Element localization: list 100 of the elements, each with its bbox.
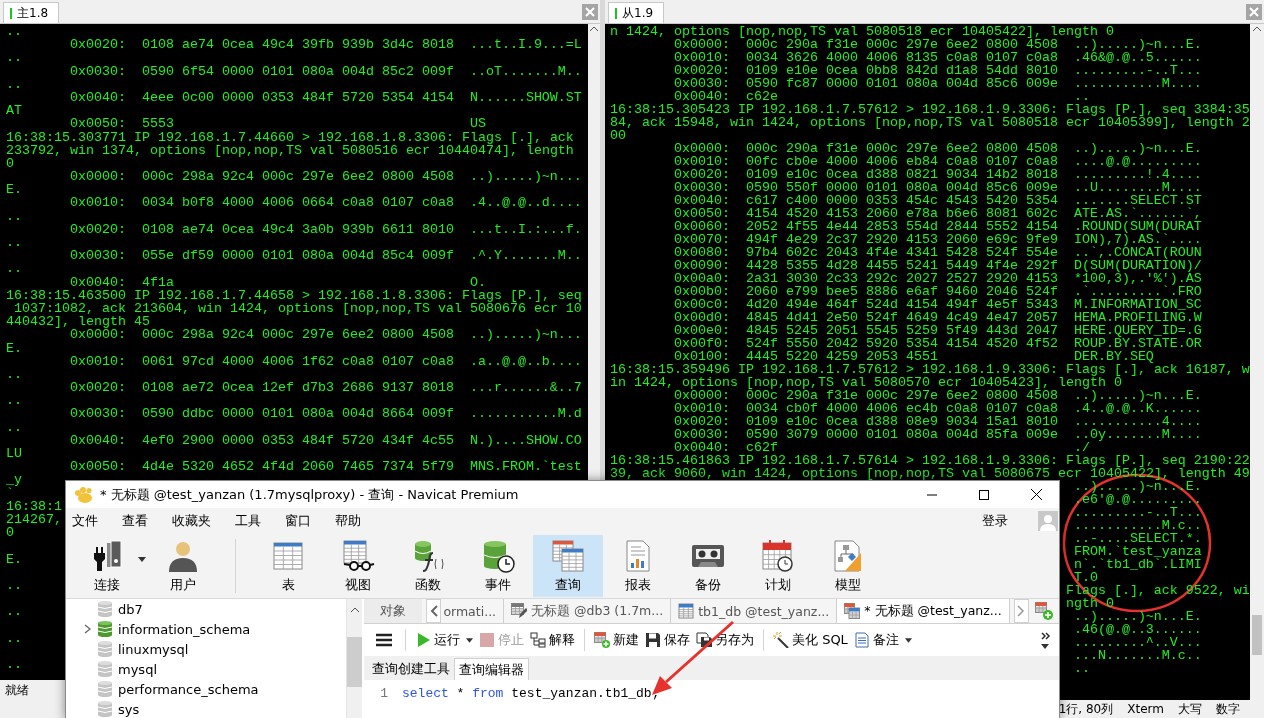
toolbar-button[interactable]: 用户 bbox=[148, 535, 218, 597]
ascii-dump: ...r......&..7 bbox=[469, 381, 582, 395]
ascii-dump: .`.........`.FRO bbox=[1073, 285, 1202, 298]
tree-item[interactable]: information_schema bbox=[66, 619, 346, 639]
scroll-up-icon[interactable] bbox=[589, 24, 599, 34]
ascii-dump: ..).....)~n...E. bbox=[1073, 610, 1202, 623]
scroll-up-icon[interactable] bbox=[1252, 24, 1262, 34]
status-text: 1行, 80列 bbox=[1058, 700, 1114, 718]
menu-item[interactable]: 查看 bbox=[122, 512, 148, 530]
toolbar-button[interactable]: 视图 bbox=[323, 535, 393, 597]
tab-scroll-left-button[interactable] bbox=[426, 599, 442, 623]
editor-tab[interactable]: * 无标题 @test_yanz... bbox=[837, 599, 1010, 623]
tree-item[interactable]: performance_schema bbox=[66, 679, 346, 699]
new-tab-icon bbox=[1035, 602, 1053, 620]
toolbar-button[interactable]: 查询 bbox=[533, 535, 603, 597]
terminal-line: 440432], length 45 bbox=[6, 315, 150, 329]
toolbar-button[interactable]: 连接 bbox=[72, 535, 148, 597]
ascii-dump: ..).....)~n...E. bbox=[1073, 38, 1202, 51]
hex-dump: 0x0020: 0109 e10c 0cea d388 0821 9034 14b2 8018 bbox=[674, 168, 1059, 181]
query-toolbar-button[interactable]: 保存 bbox=[643, 631, 692, 649]
menu-item[interactable]: 帮助 bbox=[335, 512, 361, 530]
terminal-line: in 1424, options [nop,nop,TS val 5080570 ecr 10405423], length 0 bbox=[610, 376, 1122, 389]
terminal-line: 214267, bbox=[6, 512, 62, 527]
toolbar-button[interactable]: 备份 bbox=[673, 535, 743, 597]
query-toolbar-button[interactable]: 美化 SQL bbox=[771, 631, 850, 649]
scrollbar-thumb[interactable] bbox=[347, 637, 362, 687]
ascii-dump: .46(@.@..3...... bbox=[1073, 623, 1202, 636]
close-icon bbox=[1030, 489, 1042, 500]
hex-dump: 0x0040: c62f bbox=[674, 441, 779, 454]
menu-item[interactable]: 工具 bbox=[235, 512, 261, 530]
paw-logo-icon bbox=[74, 486, 94, 503]
menu-item[interactable]: 文件 bbox=[72, 512, 98, 530]
toolbar-button[interactable]: 表 bbox=[253, 535, 323, 597]
status-text: Xterm bbox=[1127, 702, 1164, 716]
chevron-icon[interactable] bbox=[84, 624, 92, 634]
tree-item[interactable]: linuxmysql bbox=[66, 639, 346, 659]
caret-icon bbox=[1041, 643, 1049, 649]
toolbar-button[interactable]: 计划 bbox=[743, 535, 813, 597]
stop-icon bbox=[479, 632, 495, 648]
ascii-dump: .........-..T... bbox=[1073, 506, 1202, 519]
query-toolbar-button[interactable]: 备注 bbox=[851, 631, 914, 649]
ascii-dump: .4..@.@..d.... bbox=[469, 196, 582, 210]
status-text: 大写 bbox=[1178, 700, 1202, 718]
terminal-line: 0 bbox=[6, 526, 14, 540]
magic-wand-icon bbox=[773, 632, 789, 648]
ascii-dump: ..).....)~n... bbox=[469, 170, 582, 184]
chevron-left-icon bbox=[429, 605, 438, 617]
terminal-line: .. bbox=[6, 236, 22, 250]
ascii-dump: .. bbox=[1073, 90, 1090, 103]
terminal-line: .. bbox=[6, 578, 22, 593]
tree-item[interactable]: mysql bbox=[66, 659, 346, 679]
ascii-dump: .^.Y.......M.. bbox=[469, 249, 582, 263]
menu-item[interactable]: 窗口 bbox=[285, 512, 311, 530]
ascii-dump: .......SELECT.ST bbox=[1073, 194, 1202, 207]
hex-dump: 0x00d0: 4845 4d41 2e50 524f 4649 4c49 4e47 2057 bbox=[674, 311, 1059, 324]
editor-mode-tab[interactable]: 查询创建工具 bbox=[368, 658, 454, 680]
toolbar-button[interactable]: 函数 bbox=[393, 535, 463, 597]
scroll-up-icon[interactable] bbox=[349, 605, 360, 615]
document-icon bbox=[853, 632, 870, 648]
editor-mode-tab[interactable]: 查询编辑器 bbox=[454, 658, 529, 680]
editor-tab[interactable]: ormati... bbox=[441, 599, 505, 623]
ascii-dump: US bbox=[469, 117, 486, 131]
objects-tab[interactable]: 对象 bbox=[364, 599, 423, 623]
toolbar-button[interactable]: 模型 bbox=[813, 535, 883, 597]
terminal-tab[interactable]: 从1.9 bbox=[608, 2, 665, 23]
ascii-dump: M.INFORMATION_SC bbox=[1073, 298, 1202, 311]
query-toolbar-button[interactable]: 新建 bbox=[592, 631, 641, 649]
hex-dump: 0x0000: 000c 290a f31e 000c 297e 6ee2 0800 4508 bbox=[674, 142, 1059, 155]
play-icon bbox=[415, 632, 431, 648]
double-chevron-icon bbox=[1041, 631, 1051, 640]
terminal-line: .. bbox=[6, 420, 22, 434]
toolbar-button[interactable]: 事件 bbox=[463, 535, 533, 597]
terminal-line: LU bbox=[6, 447, 22, 461]
terminal-line: _y bbox=[6, 473, 22, 487]
scrollbar-thumb[interactable] bbox=[1252, 615, 1262, 655]
terminal-tab[interactable]: 主1.8 bbox=[3, 2, 60, 23]
hex-dump: 0x0040: 4f1a bbox=[70, 275, 175, 289]
ascii-dump: HEMA.PROFILING.W bbox=[1073, 311, 1202, 324]
query-toolbar-button[interactable]: 解释 bbox=[528, 631, 577, 649]
tree-item[interactable]: db7 bbox=[66, 599, 346, 619]
login-link[interactable]: 登录 bbox=[982, 512, 1008, 530]
ascii-dump: ...........M.d bbox=[469, 407, 582, 421]
hex-dump: 0x0090: 4428 5355 4d28 4455 5241 5449 4f4e 292f bbox=[674, 259, 1059, 272]
terminal-line: AT bbox=[6, 104, 22, 118]
menu-item[interactable]: 收藏夹 bbox=[172, 512, 211, 530]
tab-scroll-right-button[interactable] bbox=[1013, 599, 1029, 623]
tree-item[interactable]: sys bbox=[66, 699, 346, 718]
terminal-line: .. bbox=[6, 367, 22, 382]
toolbar-button[interactable]: 报表 bbox=[603, 535, 673, 597]
hex-dump: 0x0000: 000c 298a 92c4 000c 297e 6ee2 0800 4508 bbox=[70, 328, 455, 342]
ascii-dump: .........^..V... bbox=[1073, 636, 1202, 649]
ascii-dump: .4..@.@..K...... bbox=[1073, 402, 1202, 415]
hex-dump: 0x00a0: 2a31 3030 2c33 292c 2027 2527 2920 4153 bbox=[674, 272, 1059, 285]
hex-dump: 0x0020: 0109 e10e 0cea 0bb8 842d d1a8 54dd 8010 bbox=[674, 64, 1059, 77]
hex-dump: 0x0080: 97b4 602c 2043 4f4e 4341 5428 524f 554e bbox=[674, 246, 1059, 259]
terminal-line: .. bbox=[6, 77, 22, 91]
ascii-dump: ...t..I.:...f. bbox=[469, 222, 582, 236]
ascii-dump: ..`,.CONCAT(ROUN bbox=[1073, 246, 1202, 259]
query-toolbar-button[interactable]: 运行 bbox=[413, 631, 475, 649]
hex-dump: 0x0010: 0034 3626 4000 4006 8135 c0a8 0107 c0a8 bbox=[674, 51, 1059, 64]
